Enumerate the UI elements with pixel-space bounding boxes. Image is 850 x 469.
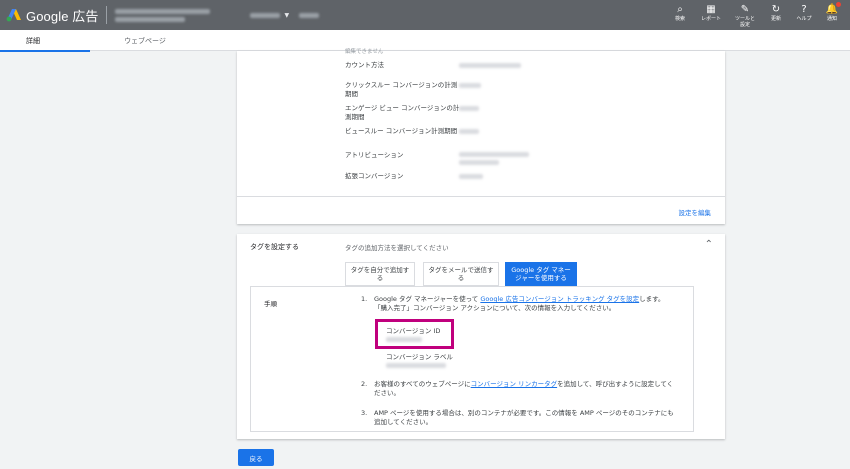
option-google-tag-manager[interactable]: Google タグ マネージャーを使用する	[505, 262, 577, 286]
attribution-value	[459, 152, 529, 157]
tab-details[interactable]: 詳細	[0, 30, 90, 52]
account-selector[interactable]: ▼	[250, 12, 289, 19]
help-button[interactable]: ? ヘルプ	[790, 0, 818, 30]
refresh-icon: ↻	[771, 4, 781, 15]
option-email-tag[interactable]: タグをメールで送信する	[423, 262, 499, 286]
reports-button[interactable]: ▦ レポート	[694, 0, 728, 30]
search-label: 検索	[674, 16, 685, 22]
attribution-value-2	[459, 160, 499, 165]
count-method-label: カウント方法	[345, 61, 384, 69]
view-selector-redacted	[299, 12, 320, 18]
toolbar: ⌕ 検索 ▦ レポート ✎ ツールと 設定 ↻ 更新 ? ヘルプ 🔔 通知	[666, 0, 846, 30]
back-button[interactable]: 戻る	[238, 449, 274, 466]
account-info[interactable]	[115, 8, 211, 22]
google-ads-logo[interactable]: Google 広告	[0, 0, 98, 30]
notifications-icon: 🔔	[826, 2, 842, 16]
notification-badge	[836, 2, 842, 7]
google-ads-logo-icon	[6, 9, 21, 22]
help-label: ヘルプ	[796, 16, 812, 22]
conversion-linker-tag-link[interactable]: コンバージョン リンカータグ	[471, 380, 557, 388]
tools-label: ツールと 設定	[734, 16, 755, 28]
account-selector-redacted	[250, 12, 281, 18]
enhanced-conversions-value	[459, 174, 483, 179]
option-add-tag-yourself[interactable]: タグを自分で追加する	[345, 262, 415, 286]
tools-icon: ✎	[740, 4, 750, 15]
chevron-up-icon[interactable]: ⌃	[705, 239, 713, 250]
step-1-text: Google タグ マネージャーを使って Google 広告コンバージョン トラ…	[374, 295, 674, 313]
attribution-label: アトリビューション	[345, 151, 404, 159]
count-method-value	[459, 63, 521, 68]
search-button[interactable]: ⌕ 検索	[666, 0, 694, 30]
search-icon: ⌕	[677, 4, 683, 15]
step-1-text-pre: Google タグ マネージャーを使って	[374, 295, 481, 303]
view-through-window-value	[459, 129, 479, 134]
tag-setup-card: タグを設定する タグの追加方法を選択してください ⌃ タグを自分で追加する タグ…	[237, 234, 725, 439]
engaged-view-window-value	[459, 106, 479, 111]
edit-settings-link[interactable]: 設定を編集	[679, 207, 712, 217]
refresh-label: 更新	[770, 16, 781, 22]
steps-heading: 手順	[264, 300, 277, 308]
top-bar: Google 広告 ▼ ⌕ 検索 ▦ レポート ✎ ツールと 設定 ↻ 更新 ?…	[0, 0, 850, 30]
card-footer: 設定を編集	[237, 196, 725, 224]
step-2-text: お客様のすべてのウェブページにコンバージョン リンカータグを追加して、呼び出すよ…	[374, 380, 674, 398]
view-selector[interactable]	[299, 12, 320, 18]
step-2-number: 2.	[361, 380, 368, 388]
account-id-redacted	[115, 16, 186, 22]
step-2-text-pre: お客様のすべてのウェブページに	[374, 380, 471, 388]
click-through-window-value	[459, 83, 481, 88]
instructions-panel: 手順 1. Google タグ マネージャーを使って Google 広告コンバー…	[250, 286, 694, 432]
conversion-tracking-tag-link[interactable]: Google 広告コンバージョン トラッキング タグを設定	[480, 295, 639, 303]
tag-setup-subtitle: タグの追加方法を選択してください	[345, 244, 449, 252]
conversion-id-label: コンバージョン ID	[386, 327, 441, 335]
divider	[106, 6, 108, 24]
chevron-down-icon: ▼	[284, 11, 290, 19]
conversion-settings-card: 編集できません カウント方法 クリックスルー コンバージョンの計測期間 エンゲー…	[237, 49, 725, 224]
truncated-field-label: 編集できません	[345, 49, 384, 55]
step-3-number: 3.	[361, 409, 368, 417]
notifications-label: 通知	[826, 16, 837, 22]
step-3-text: AMP ページを使用する場合は、別のコンテナが必要です。この情報を AMP ペー…	[374, 409, 674, 426]
tab-webpage[interactable]: ウェブページ	[90, 30, 200, 51]
help-icon: ?	[801, 4, 807, 15]
account-name-redacted	[115, 8, 211, 14]
reports-label: レポート	[700, 16, 721, 22]
app-title: Google 広告	[26, 8, 99, 24]
reports-icon: ▦	[706, 4, 716, 15]
notifications-button[interactable]: 🔔 通知	[818, 0, 846, 30]
step-1-number: 1.	[361, 295, 368, 303]
engaged-view-window-label: エンゲージ ビュー コンバージョンの計測期間	[345, 104, 460, 121]
view-through-window-label: ビュースルー コンバージョン計測期間	[345, 127, 458, 135]
refresh-button[interactable]: ↻ 更新	[762, 0, 790, 30]
conversion-label-label: コンバージョン ラベル	[386, 353, 453, 361]
conversion-label-value[interactable]	[386, 363, 446, 368]
tag-setup-title: タグを設定する	[250, 243, 299, 251]
conversion-id-value[interactable]	[386, 337, 422, 342]
enhanced-conversions-label: 拡張コンバージョン	[345, 172, 404, 180]
click-through-window-label: クリックスルー コンバージョンの計測期間	[345, 81, 458, 98]
tools-settings-button[interactable]: ✎ ツールと 設定	[728, 0, 762, 30]
